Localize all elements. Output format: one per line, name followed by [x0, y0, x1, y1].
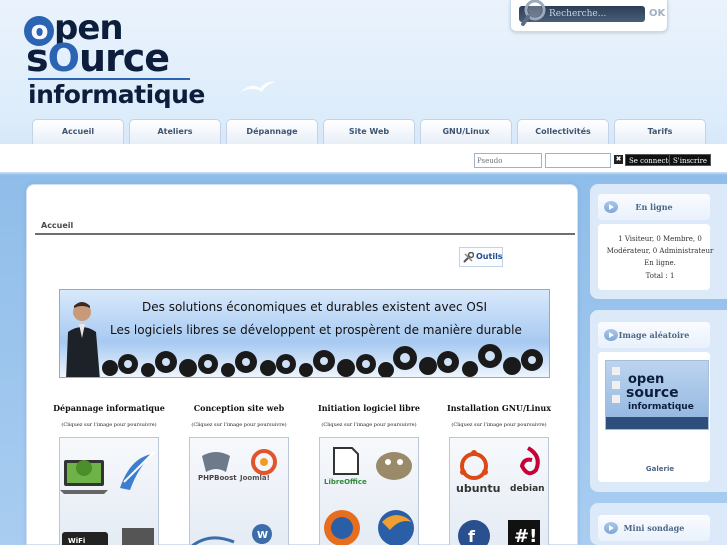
tools-button[interactable]: Outils	[459, 247, 503, 267]
col-note-logiciel-libre: (Cliquez sur l'image pour poursuivre)	[321, 422, 417, 428]
free-software-icon	[324, 447, 414, 545]
banner-line-2: Les logiciels libres se développent et p…	[110, 323, 522, 337]
main-nav: Accueil Ateliers Dépannage Site Web GNU/…	[32, 119, 708, 145]
pseudo-input[interactable]	[474, 153, 542, 168]
search-input[interactable]	[549, 6, 645, 22]
tab-accueil[interactable]: Accueil	[32, 119, 124, 145]
online-status-text: 1 Visiteur, 0 Membre, 0 Modérateur, 0 Ad…	[606, 235, 714, 267]
random-image-title: Image aléatoire	[618, 330, 690, 340]
tab-ateliers[interactable]: Ateliers	[129, 119, 221, 145]
thumb-label-phpboost: PHPBoost	[198, 474, 237, 482]
col-note-depannage: (Cliquez sur l'image pour poursuivre)	[61, 422, 157, 428]
arrow-icon	[604, 329, 618, 341]
gallery-link[interactable]: Galerie	[604, 465, 716, 473]
tab-depannage[interactable]: Dépannage	[226, 119, 318, 145]
arrow-icon	[604, 201, 618, 213]
svg-text:f: f	[468, 527, 476, 545]
remember-checkbox[interactable]: ✖	[614, 155, 623, 164]
logo-line-3: informatique	[28, 80, 205, 109]
tools-icon	[463, 252, 474, 263]
col-title-depannage: Dépannage informatique	[53, 403, 165, 413]
tab-collectivites[interactable]: Collectivités	[517, 119, 609, 145]
password-input[interactable]	[545, 153, 611, 168]
tab-gnu-linux[interactable]: GNU/Linux	[420, 119, 512, 145]
thumb-label-wifi: WiFi	[68, 537, 86, 545]
random-image-thumbnail[interactable]: open source informatique	[605, 360, 709, 430]
online-title: En ligne	[635, 202, 673, 212]
sidebar-poll-box: Mini sondage	[590, 503, 727, 545]
thumb-depannage[interactable]: WiFi	[59, 437, 159, 545]
site-logo[interactable]: o pen sOurce informatique	[24, 6, 205, 112]
svg-text:informatique: informatique	[628, 402, 694, 412]
search-box: OK	[510, 0, 668, 32]
logo-line-2: sOurce	[26, 36, 170, 80]
osi-logo-thumbnail: open source informatique	[606, 367, 708, 429]
svg-text:W: W	[257, 530, 268, 541]
thumb-label-debian: debian	[510, 484, 545, 494]
online-total: Total : 1	[645, 272, 675, 280]
svg-text:#!: #!	[514, 526, 537, 545]
poll-header[interactable]: Mini sondage	[598, 515, 710, 541]
bird-icon	[240, 81, 276, 92]
person-photo	[66, 302, 100, 377]
online-header[interactable]: En ligne	[598, 194, 710, 220]
search-ok-button[interactable]: OK	[649, 8, 665, 19]
banner-line-1: Des solutions économiques et durables ex…	[142, 300, 487, 314]
login-bar: ✖ Se connecter S'inscrire	[0, 144, 727, 172]
thumb-label-libreoffice: LibreOffice	[324, 478, 367, 486]
col-title-logiciel-libre: Initiation logiciel libre	[318, 403, 420, 413]
thumb-gnu-linux[interactable]: f #! ubuntu debian	[449, 437, 549, 545]
col-note-site-web: (Cliquez sur l'image pour poursuivre)	[191, 422, 287, 428]
breadcrumb-divider	[35, 233, 575, 235]
search-icon[interactable]	[521, 0, 551, 28]
tab-site-web[interactable]: Site Web	[323, 119, 415, 145]
poll-title: Mini sondage	[623, 523, 685, 533]
col-title-gnu-linux: Installation GNU/Linux	[447, 403, 551, 413]
gears-decoration	[102, 344, 543, 377]
thumb-label-ubuntu: ubuntu	[456, 482, 501, 495]
thumb-site-web[interactable]: W PHPBoost Joomla!	[189, 437, 289, 545]
tools-label: Outils	[476, 252, 503, 261]
main-content: Accueil Outils Des solutions économiques…	[26, 184, 578, 545]
register-button[interactable]: S'inscrire	[669, 154, 712, 166]
thumb-label-joomla: Joomla!	[240, 474, 270, 482]
arrow-icon	[604, 522, 618, 534]
computer-repair-icon	[60, 451, 155, 545]
svg-text:source: source	[626, 385, 679, 401]
col-title-site-web: Conception site web	[193, 403, 285, 413]
thumb-logiciel-libre[interactable]: LibreOffice	[319, 437, 419, 545]
col-note-gnu-linux: (Cliquez sur l'image pour poursuivre)	[451, 422, 547, 428]
web-cms-icon: W	[191, 449, 277, 545]
breadcrumb[interactable]: Accueil	[41, 221, 73, 230]
random-image-header[interactable]: Image aléatoire	[598, 322, 710, 348]
banner[interactable]: Des solutions économiques et durables ex…	[59, 289, 550, 378]
tab-tarifs[interactable]: Tarifs	[614, 119, 706, 145]
